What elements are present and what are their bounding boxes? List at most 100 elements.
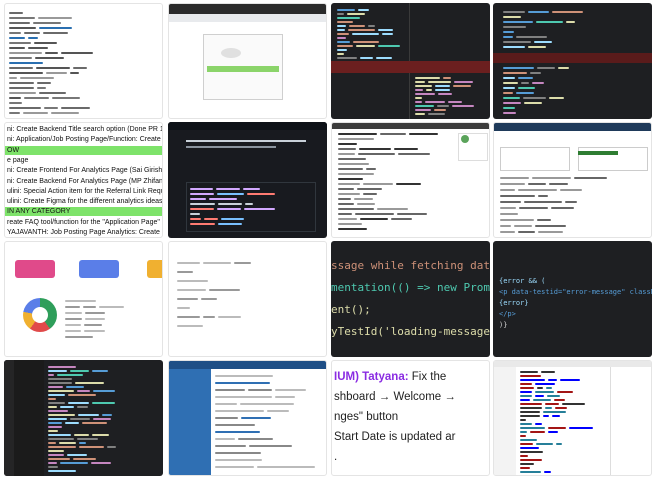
tile-analytics-dashboard[interactable] [4,241,163,357]
tile-browser-dialog[interactable] [168,3,327,119]
code-line [9,57,32,59]
code-line [45,52,58,54]
code-line [428,81,451,83]
code-line [77,406,88,408]
tile-task-list[interactable]: ni: Create Backend Title search option (… [4,122,163,238]
code-line [48,454,64,456]
code-line [9,37,25,39]
code-line [503,112,516,114]
text-line: ni: Create Backend For Analytics Page (M… [7,177,163,185]
code-line [9,52,42,54]
code-line [338,173,374,175]
code-line [426,89,432,91]
code-line [215,382,270,384]
code-line [52,97,80,99]
code-line [35,57,64,59]
code-line [215,431,260,433]
code-line [347,13,365,15]
code-line [574,177,607,179]
tile-code-editor-diff[interactable] [331,3,490,119]
code-line [537,219,551,221]
code-line [218,203,242,205]
code-line [190,218,201,220]
text-line: OW [5,145,162,155]
task-heading: IUM) Tatyana: Fix the [334,371,446,383]
code-line [520,391,532,393]
code-line [524,102,542,104]
tile-code-editor[interactable] [493,3,652,119]
tile-form-columns[interactable] [168,241,327,357]
code-line [338,158,366,160]
code-line [435,89,450,91]
tile-document-list[interactable] [331,122,490,238]
code-line [48,434,71,436]
code-line [48,394,65,396]
code-line [358,9,369,11]
code-line [520,411,540,413]
code-line [435,85,450,87]
code-line [532,177,571,179]
tile-admin-form[interactable] [168,360,327,476]
code-line [452,105,474,107]
tile-web-app[interactable] [493,122,652,238]
code-line [520,463,534,465]
code-line [83,306,96,308]
code-line [92,402,115,404]
code-line [503,31,514,33]
code-line [48,370,67,372]
code-line [48,470,76,472]
code-line [218,316,241,318]
code-line [70,72,79,74]
code-line [338,183,360,185]
code-line [520,435,526,437]
code-line [532,82,544,84]
code-line [48,430,58,432]
code-line [543,411,566,413]
tile-ide-light[interactable] [493,360,652,476]
code-line [503,36,513,38]
code-line [359,148,391,150]
tile-github-dark[interactable] [168,122,327,238]
code-line [217,208,241,210]
code-line [500,219,534,221]
code-line [48,378,72,380]
code-line [337,33,349,35]
tile-vscode-dark[interactable] [4,360,163,476]
text-line: ulini: Special Action item for the Refer… [7,187,162,195]
code-line [338,193,360,195]
code-line [190,213,200,215]
code-line [500,225,511,227]
code-line [543,415,549,417]
code-line [545,403,559,405]
code-line [357,203,375,205]
code-line [65,318,82,320]
code-line [558,67,569,69]
code-line [177,307,190,309]
code-line [48,466,58,468]
code-line [190,193,214,195]
code-line [366,168,376,170]
tile-spreadsheet-code[interactable] [4,3,163,119]
code-line [415,109,431,111]
tile-task-note-zoom[interactable]: IUM) Tatyana: Fix the shboard → Welcome →… [331,360,490,476]
code-line [348,29,375,31]
code-line [548,379,557,381]
code-line [48,374,54,376]
code-line [92,434,109,436]
code-line [65,306,80,308]
code-line [554,399,565,401]
code-line [338,163,369,165]
tile-jsx-code-zoom[interactable]: {error && ( <p data-testid="error-messag… [493,241,652,357]
code-line [57,374,83,376]
code-line [560,189,582,191]
code-line [356,45,375,47]
code-line [203,262,231,264]
text-line: shboard → Welcome → [334,391,456,403]
code-line [530,72,541,74]
text-line: . [334,451,338,463]
code-line [38,17,72,19]
code-line [190,198,206,200]
code-line [93,418,111,420]
tile-test-code-zoom[interactable]: ssage while fetching data', (mentation((… [331,241,490,357]
code-line [9,47,25,49]
